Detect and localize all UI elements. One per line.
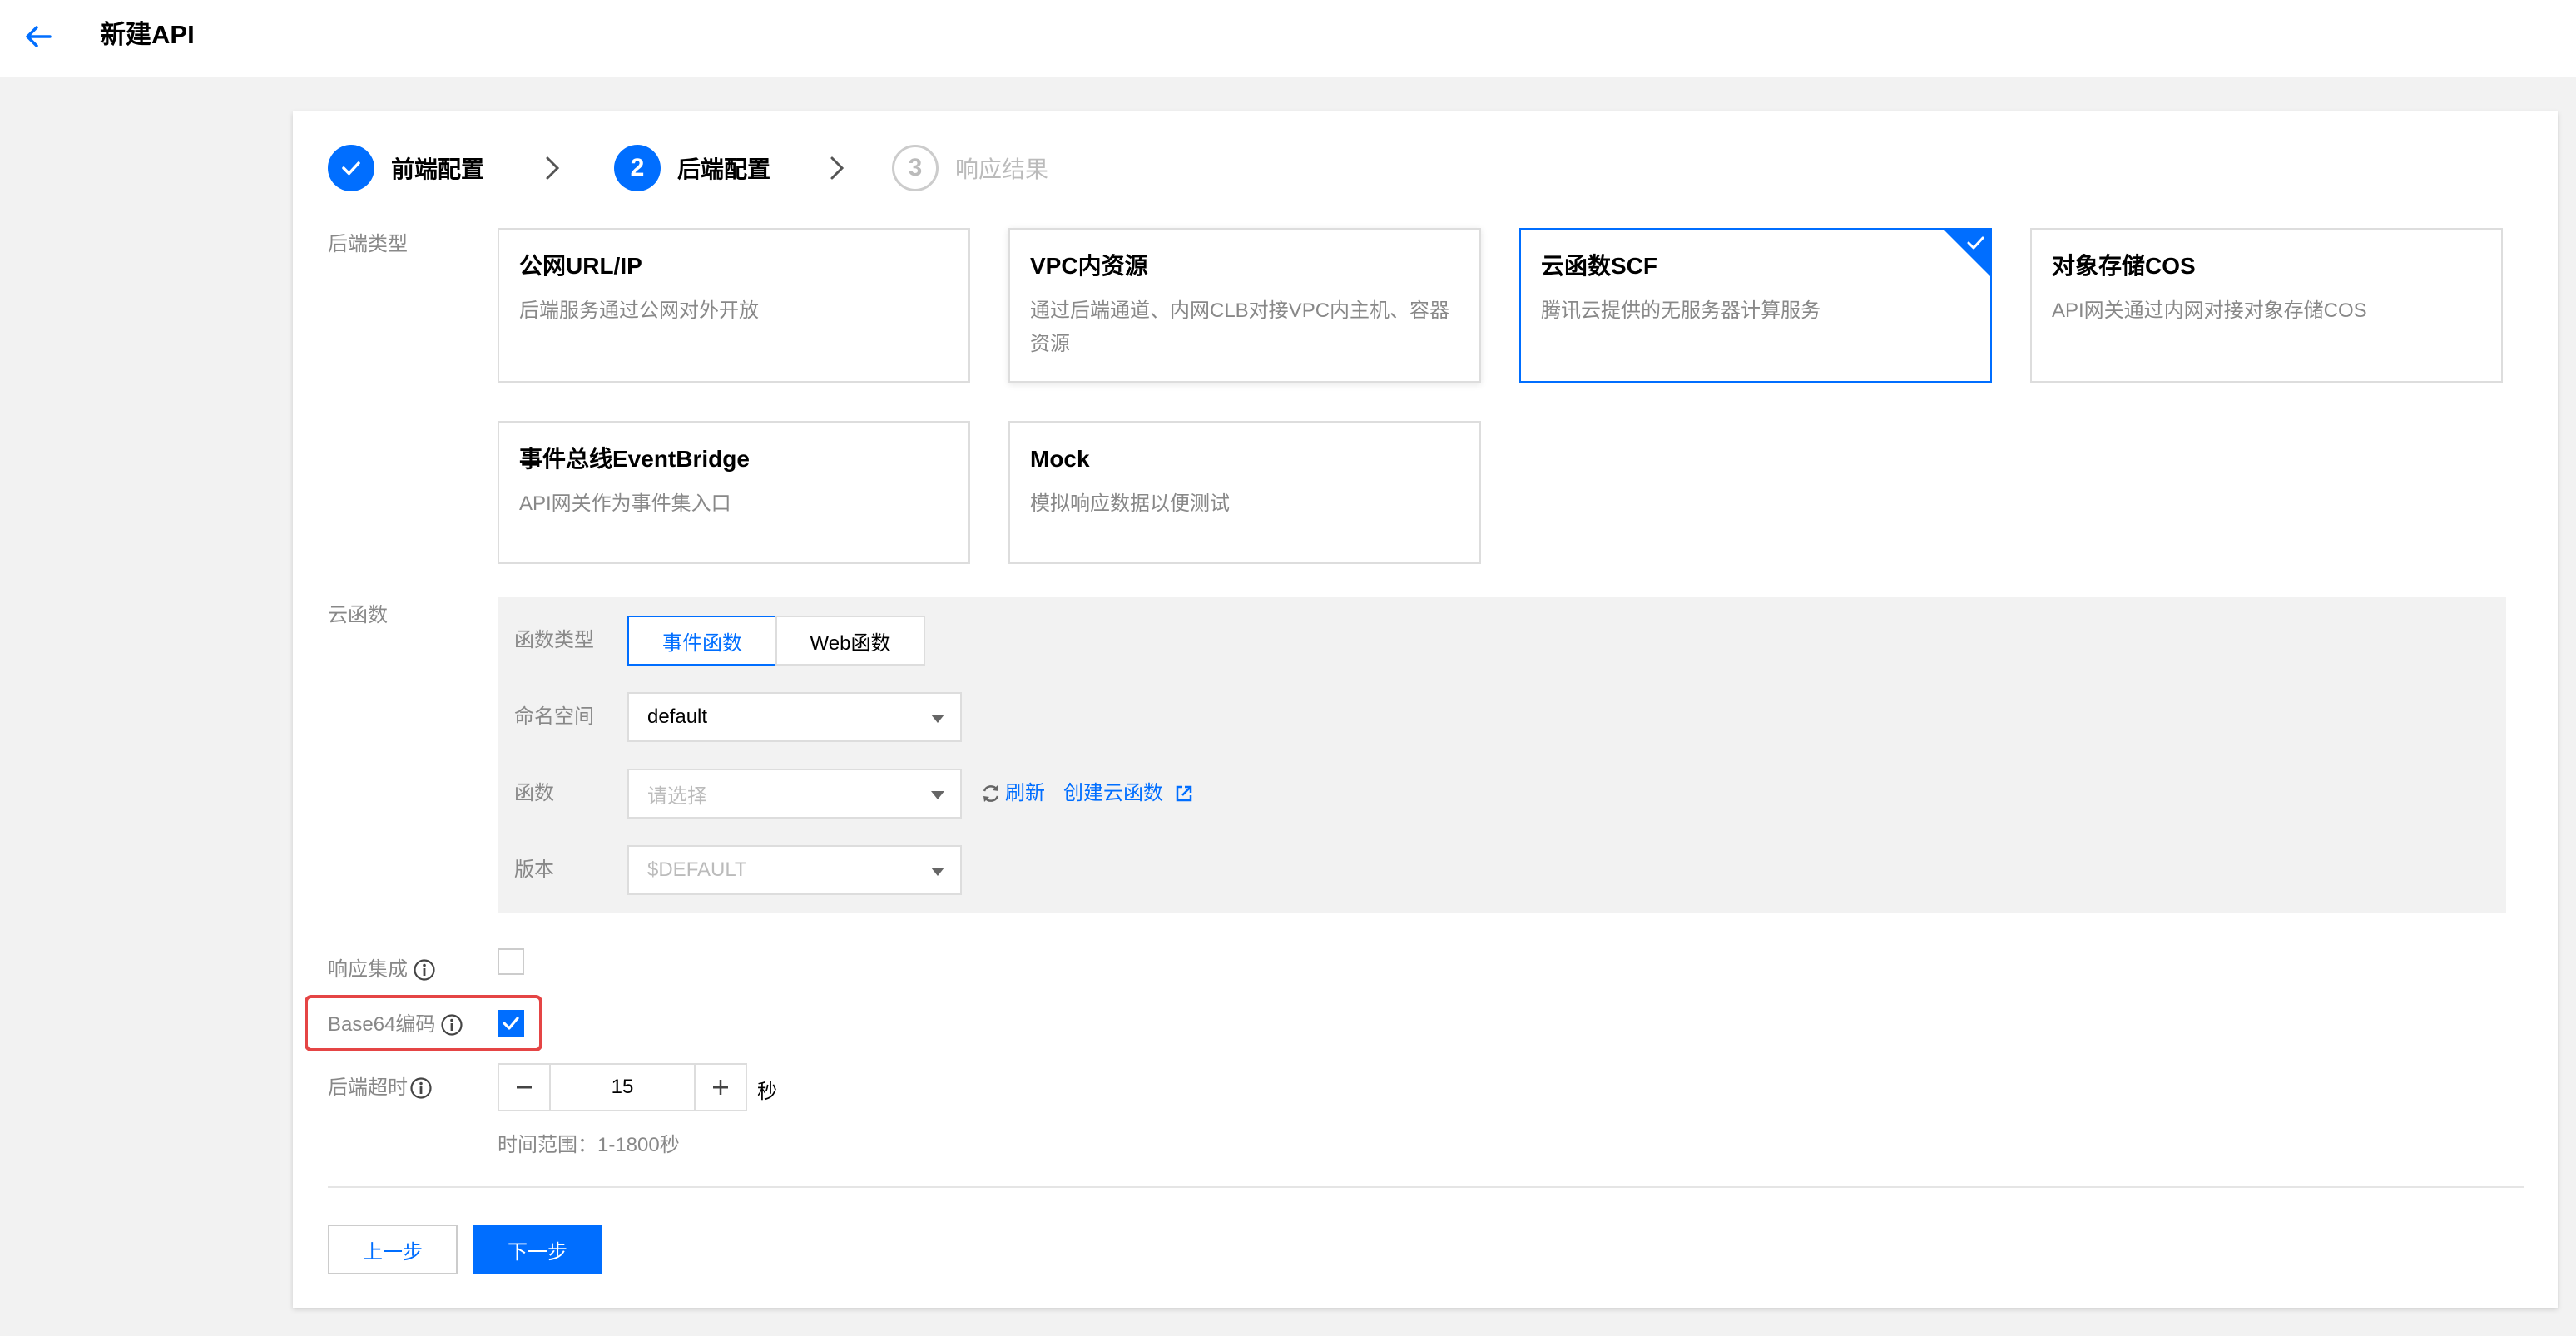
tile-title: VPC内资源 [1030,253,1148,279]
tile-title: 事件总线EventBridge [519,446,750,472]
backend-tile-eventbridge[interactable]: 事件总线EventBridge API网关作为事件集入口 [498,421,970,564]
timeout-input[interactable]: 15 [549,1065,696,1110]
version-select[interactable]: $DEFAULT [627,845,962,895]
top-bar: 新建API [0,0,2576,77]
response-integration-checkbox[interactable] [498,948,524,975]
scf-label: 云函数 [328,604,388,626]
tile-desc: 腾讯云提供的无服务器计算服务 [1541,299,1821,322]
timeout-label: 后端超时 [328,1075,433,1101]
refresh-link[interactable]: 刷新 [980,780,1045,807]
selected-check-icon [1944,230,1990,276]
step-chevron-right-icon [546,156,560,180]
step-frontend-config[interactable]: 前端配置 [328,143,484,193]
caret-down-icon [931,868,944,876]
step-response-result[interactable]: 3 响应结果 [892,143,1048,193]
refresh-label: 刷新 [1005,782,1045,804]
function-type-web[interactable]: Web函数 [775,616,925,666]
namespace-label: 命名空间 [514,705,594,728]
function-type-label: 函数类型 [514,629,594,651]
timeout-text: 后端超时 [328,1076,408,1099]
divider [328,1186,2524,1188]
tile-desc: API网关作为事件集入口 [519,492,731,515]
step-label: 响应结果 [955,156,1049,182]
version-value: $DEFAULT [647,859,747,881]
refresh-icon [983,785,999,802]
backend-tile-scf[interactable]: 云函数SCF 腾讯云提供的无服务器计算服务 [1519,228,1992,383]
caret-down-icon [931,791,944,799]
base64-label: Base64编码 [328,1012,463,1038]
tile-desc: 模拟响应数据以便测试 [1030,492,1230,515]
decrement-button[interactable] [499,1065,549,1110]
timeout-stepper: 15 [498,1063,747,1111]
info-icon[interactable] [440,1013,463,1037]
base64-checkbox[interactable] [498,1010,524,1037]
info-icon[interactable] [413,958,436,982]
step-chevron-right-icon [830,156,845,180]
base64-text: Base64编码 [328,1013,436,1036]
prev-step-button[interactable]: 上一步 [328,1225,458,1274]
step-label: 后端配置 [677,156,771,182]
minus-icon [517,1086,532,1089]
function-type-segmented: 事件函数 Web函数 [627,616,925,666]
backend-tile-vpc[interactable]: VPC内资源 通过后端通道、内网CLB对接VPC内主机、容器资源 [1008,228,1481,383]
backend-type-label: 后端类型 [328,233,408,255]
step-done-check-icon [328,145,374,191]
response-integration-label: 响应集成 [328,957,436,983]
tile-desc: 通过后端通道、内网CLB对接VPC内主机、容器资源 [1030,299,1450,355]
scf-config-panel: 函数类型 事件函数 Web函数 命名空间 default 函数 请选择 刷新 创… [498,597,2506,913]
external-link-icon [1176,785,1192,802]
version-label: 版本 [514,859,554,881]
step-backend-config[interactable]: 2 后端配置 [614,143,770,193]
plus-icon [713,1080,728,1095]
increment-button[interactable] [696,1065,746,1110]
tile-title: Mock [1030,446,1090,472]
timeout-hint: 时间范围：1-1800秒 [498,1134,680,1156]
next-step-button[interactable]: 下一步 [473,1225,602,1274]
function-select[interactable]: 请选择 [627,769,962,819]
back-arrow-icon[interactable] [20,18,57,55]
caret-down-icon [931,715,944,723]
create-function-link[interactable]: 创建云函数 [1063,780,1198,807]
response-integration-text: 响应集成 [328,958,408,981]
function-placeholder: 请选择 [647,784,707,808]
namespace-select[interactable]: default [627,692,962,742]
step-label: 前端配置 [391,156,485,182]
timeout-unit: 秒 [757,1081,777,1103]
tile-title: 公网URL/IP [519,253,642,279]
function-label: 函数 [514,782,554,804]
backend-tile-public-url[interactable]: 公网URL/IP 后端服务通过公网对外开放 [498,228,970,383]
backend-tile-cos[interactable]: 对象存储COS API网关通过内网对接对象存储COS [2030,228,2503,383]
tile-title: 云函数SCF [1541,253,1658,279]
namespace-value: default [647,705,708,728]
step-number: 3 [892,145,939,191]
step-number: 2 [614,145,661,191]
backend-tile-mock[interactable]: Mock 模拟响应数据以便测试 [1008,421,1481,564]
tile-desc: 后端服务通过公网对外开放 [519,299,759,322]
info-icon[interactable] [409,1076,433,1100]
page-title: 新建API [100,20,195,49]
check-icon [503,1017,519,1030]
create-function-label: 创建云函数 [1063,782,1163,804]
tile-desc: API网关通过内网对接对象存储COS [2052,299,2367,322]
tile-title: 对象存储COS [2052,253,2196,279]
form-card: 前端配置 2 后端配置 3 响应结果 后端类型 公网URL/IP 后端服务通过公… [293,111,2558,1308]
function-type-event[interactable]: 事件函数 [627,616,777,666]
